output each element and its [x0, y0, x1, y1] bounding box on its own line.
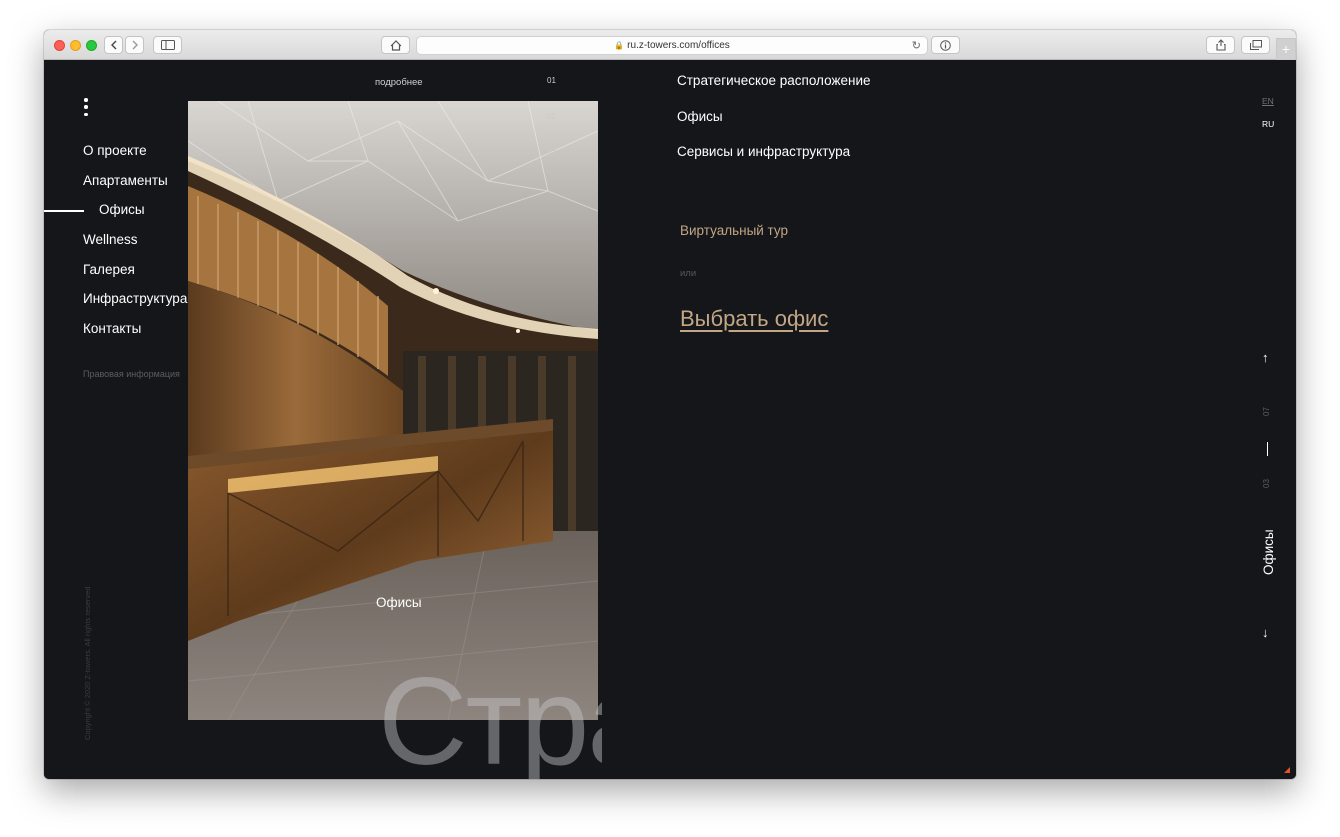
info-button[interactable]	[931, 36, 960, 54]
section-side-label: Офисы	[1261, 529, 1276, 575]
nav-item-contacts[interactable]: Контакты	[83, 320, 187, 350]
legal-info-link[interactable]: Правовая информация	[83, 369, 180, 379]
share-button[interactable]	[1206, 36, 1235, 54]
nav-item-apartments[interactable]: Апартаменты	[83, 172, 187, 202]
corner-mark-icon	[1284, 767, 1290, 773]
menu-icon[interactable]	[84, 98, 88, 116]
slide-numbers: 01 02 03	[547, 76, 556, 183]
back-button[interactable]	[104, 36, 123, 54]
lobby-illustration	[188, 101, 598, 720]
language-switcher: EN RU	[1262, 96, 1274, 129]
address-bar[interactable]: 🔒 ru.z-towers.com/offices ↻	[416, 36, 928, 55]
minimize-window-button[interactable]	[70, 40, 81, 51]
tabs-icon	[1249, 40, 1262, 50]
home-icon	[390, 39, 401, 51]
section-link-offices[interactable]: Офисы	[677, 109, 871, 145]
reload-icon[interactable]: ↻	[912, 39, 921, 52]
arrow-down-icon[interactable]: ↓	[1262, 625, 1269, 640]
slide-number[interactable]: 03	[547, 147, 556, 183]
nav-item-gallery[interactable]: Галерея	[83, 261, 187, 291]
info-icon	[940, 39, 951, 51]
section-link-services[interactable]: Сервисы и инфраструктура	[677, 144, 871, 180]
slide-number[interactable]: 02	[547, 112, 556, 148]
sidebar-icon	[160, 40, 175, 50]
page-current: 03	[1262, 479, 1271, 488]
nav-item-infrastructure[interactable]: Инфраструктура	[83, 290, 187, 320]
lock-icon: 🔒	[614, 41, 625, 50]
copyright-text: Copyright © 2020 Z-towers. All rights re…	[83, 586, 92, 740]
url-text: ru.z-towers.com/offices	[627, 40, 730, 51]
sidebar-toggle-button[interactable]	[153, 36, 182, 54]
lang-en-link[interactable]: EN	[1262, 96, 1274, 106]
chevron-left-icon	[110, 40, 116, 50]
nav-item-offices[interactable]: Офисы	[83, 201, 187, 231]
active-nav-indicator	[44, 210, 84, 212]
decorative-big-text: Стра	[378, 660, 602, 779]
slide-number[interactable]: 01	[547, 76, 556, 112]
page-total: 07	[1262, 407, 1271, 416]
browser-window: 🔒 ru.z-towers.com/offices ↻ + О проекте …	[44, 30, 1296, 779]
close-window-button[interactable]	[54, 40, 65, 51]
slide-caption: Офисы	[376, 595, 422, 610]
nav-item-about[interactable]: О проекте	[83, 142, 187, 172]
tabs-button[interactable]	[1241, 36, 1270, 54]
office-lobby-photo	[188, 101, 598, 720]
arrow-up-icon[interactable]: ↑	[1262, 350, 1269, 365]
nav-item-wellness[interactable]: Wellness	[83, 231, 187, 261]
section-link-location[interactable]: Стратегическое расположение	[677, 73, 871, 109]
web-page: О проекте Апартаменты Офисы Wellness Гал…	[44, 60, 1296, 779]
main-nav: О проекте Апартаменты Офисы Wellness Гал…	[83, 142, 187, 350]
forward-button[interactable]	[125, 36, 144, 54]
home-button[interactable]	[381, 36, 410, 54]
zoom-window-button[interactable]	[86, 40, 97, 51]
new-tab-button[interactable]: +	[1276, 38, 1296, 60]
share-icon	[1215, 39, 1226, 51]
virtual-tour-link[interactable]: Виртуальный тур	[680, 223, 788, 238]
more-link[interactable]: подробнее	[375, 77, 423, 88]
page-separator	[1267, 442, 1268, 456]
section-list: Стратегическое расположение Офисы Сервис…	[677, 73, 871, 180]
choose-office-link[interactable]: Выбрать офис	[680, 306, 828, 332]
chevron-right-icon	[132, 40, 138, 50]
plus-icon: +	[1281, 41, 1291, 57]
or-label: или	[680, 268, 697, 279]
browser-toolbar: 🔒 ru.z-towers.com/offices ↻ +	[44, 30, 1296, 60]
lang-ru-link[interactable]: RU	[1262, 119, 1274, 129]
